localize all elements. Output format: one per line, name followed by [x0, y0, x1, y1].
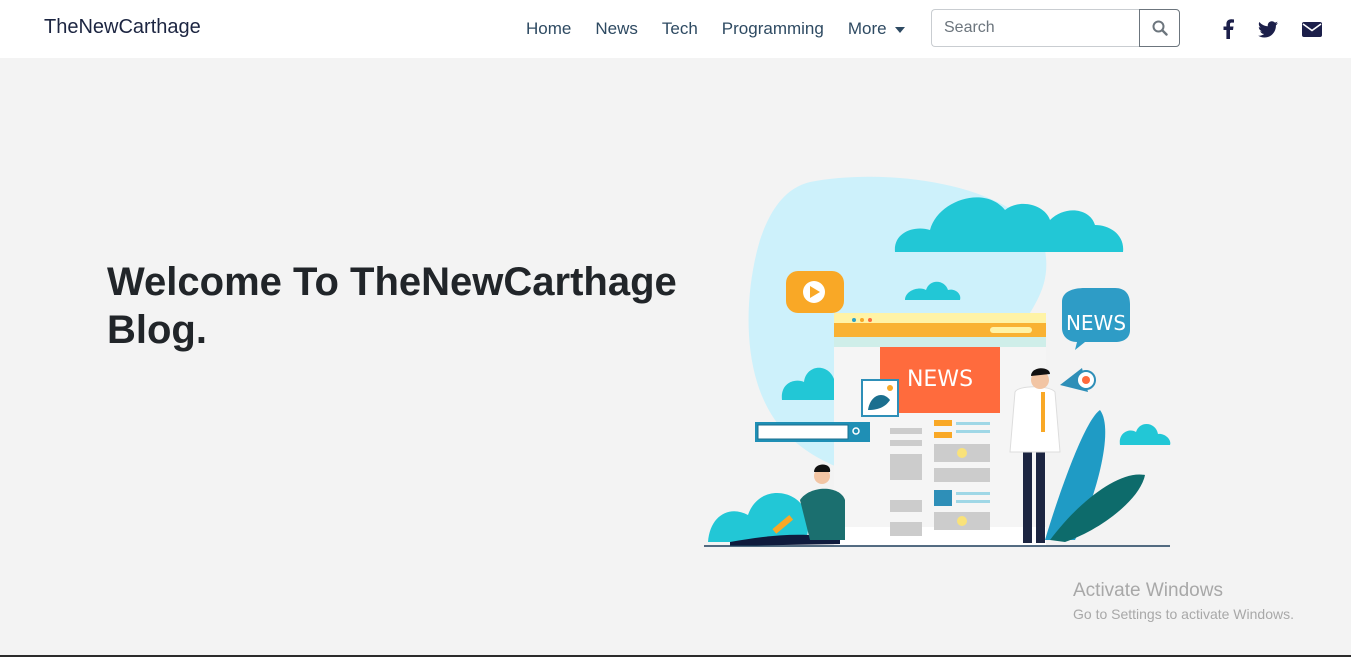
search-icon [1152, 20, 1168, 36]
nav-link-news[interactable]: News [583, 19, 650, 39]
watermark-subtitle: Go to Settings to activate Windows. [1073, 606, 1294, 622]
speech-bubble-text: NEWS [1066, 311, 1126, 335]
facebook-link[interactable] [1216, 17, 1240, 41]
search-bar-graphic [755, 422, 870, 442]
watermark-title: Activate Windows [1073, 580, 1223, 601]
windows-activation-watermark: Activate Windows Go to Settings to activ… [1073, 580, 1294, 622]
nav-dropdown-more[interactable]: More [836, 19, 917, 39]
twitter-icon [1258, 20, 1278, 37]
video-play-bubble [786, 271, 844, 313]
search-input[interactable] [931, 9, 1139, 47]
cloud-right [1119, 423, 1171, 445]
search-form [931, 9, 1180, 47]
main-nav: Home News Tech Programming More [514, 0, 917, 58]
nav-link-tech[interactable]: Tech [650, 19, 710, 39]
navbar: TheNewCarthage Home News Tech Programmin… [0, 0, 1351, 58]
twitter-link[interactable] [1256, 17, 1280, 41]
nav-more-label: More [847, 19, 887, 38]
nav-link-programming[interactable]: Programming [710, 19, 836, 39]
search-button[interactable] [1139, 9, 1180, 47]
caret-down-icon [894, 27, 905, 33]
facebook-icon [1223, 19, 1234, 39]
bush-left [708, 492, 809, 542]
news-illustration: NEWS NEWS [704, 176, 1171, 547]
email-link[interactable] [1300, 17, 1324, 41]
news-speech-bubble: NEWS [1062, 288, 1130, 350]
hero-title: Welcome To TheNewCarthage Blog. [107, 260, 677, 352]
brand-logo-link[interactable]: TheNewCarthage [44, 16, 201, 39]
envelope-icon [1302, 21, 1322, 37]
photo-frame [861, 379, 899, 417]
news-banner-text: NEWS [907, 367, 973, 392]
nav-link-home[interactable]: Home [514, 19, 583, 39]
